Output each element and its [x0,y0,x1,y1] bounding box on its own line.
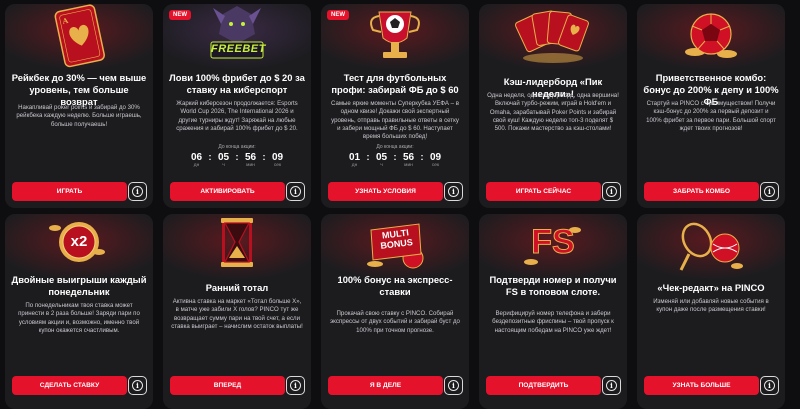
info-button[interactable]: i [444,182,463,201]
timer-unit: ч [222,163,225,168]
promo-description: Стартуй на PINCO с преимуществом! Получи… [646,100,776,132]
info-icon: i [290,186,301,197]
place-bet-button[interactable]: СДЕЛАТЬ СТАВКУ [12,376,127,395]
info-button[interactable]: i [760,376,779,395]
promo-title: Двойные выигрыши каждый понедельник [11,274,147,297]
timer-minutes: 56 [244,152,257,163]
learn-more-button[interactable]: УЗНАТЬ БОЛЬШЕ [644,376,759,395]
timer-label: До конца акции: [218,144,256,150]
promo-title: Лови 100% фрибет до $ 20 за ставку на ки… [169,72,305,95]
promo-description: Накапливай poker points и забирай до 30%… [16,104,142,128]
ace-of-hearts-card-icon: A [5,4,153,70]
promo-description: Изменяй или добавляй новые события в куп… [653,298,769,314]
info-icon: i [290,380,301,391]
info-button[interactable]: i [602,182,621,201]
info-icon: i [606,186,617,197]
activate-button[interactable]: АКТИВИРОВАТЬ [170,182,285,201]
info-button[interactable]: i [760,182,779,201]
info-icon: i [448,380,459,391]
go-button[interactable]: ВПЕРЕД [170,376,285,395]
promo-card-double-wins: x2 Двойные выигрыши каждый понедельник П… [5,214,153,409]
play-button[interactable]: ИГРАТЬ [12,182,127,201]
playing-cards-fan-icon [479,4,627,70]
promo-title: Ранний тотал [205,282,269,293]
countdown-timer: 01 дн : 05 ч : 56 мин : 09 сек [321,152,469,168]
promo-title: Рейкбек до 30% — чем выше уровень, тем б… [11,72,147,107]
promo-description: Прокачай свою ставку с PINCO. Собирай эк… [330,310,460,334]
info-icon: i [606,380,617,391]
timer-unit: сек [431,163,440,168]
im-in-button[interactable]: Я В ДЕЛЕ [328,376,443,395]
info-button[interactable]: i [128,182,147,201]
promotions-grid: A Рейкбек до 30% — чем выше уровень, тем… [0,0,800,409]
timer-days: 01 [348,152,361,163]
info-button[interactable]: i [602,376,621,395]
hourglass-icon [163,214,311,280]
timer-unit: ч [380,163,383,168]
fs-text: FS [531,223,575,262]
info-icon: i [132,380,143,391]
new-badge: NEW [327,10,349,20]
timer-unit: мин [404,163,413,168]
football-coins-icon [637,4,785,70]
info-icon: i [132,186,143,197]
freebet-logo-text: FREEBET [211,43,266,55]
promo-title: Тест для футбольных профи: забирай ФБ до… [331,72,459,95]
promo-description: Активна ставка на маркет «Тотал больше X… [171,298,303,330]
promo-card-rakeback: A Рейкбек до 30% — чем выше уровень, тем… [5,4,153,208]
timer-seconds: 09 [429,152,442,163]
info-icon: i [764,380,775,391]
promo-title: 100% бонус на экспресс-ставки [337,274,453,297]
learn-terms-button[interactable]: УЗНАТЬ УСЛОВИЯ [328,182,443,201]
info-button[interactable]: i [286,182,305,201]
promo-card-check-redact: «Чек-редакт» на PINCO Изменяй или добавл… [637,214,785,409]
play-now-button[interactable]: ИГРАТЬ СЕЙЧАС [486,182,601,201]
timer-label: До конца акции: [376,144,414,150]
timer-days: 06 [190,152,203,163]
info-icon: i [448,186,459,197]
get-combo-button[interactable]: ЗАБРАТЬ КОМБО [644,182,759,201]
promo-card-welcome-combo: Приветственное комбо: бонус до 200% к де… [637,4,785,208]
timer-unit: дн [351,163,358,168]
info-button[interactable]: i [286,376,305,395]
info-button[interactable]: i [444,376,463,395]
promo-card-football-quiz: NEW Тест для футбольных профи: забирай Ф… [321,4,469,208]
promo-title: «Чек-редакт» на PINCO [657,282,765,293]
sports-balls-icon [637,214,785,280]
promo-description: Самые яркие моменты Суперкубка УЕФА – в … [331,100,459,141]
timer-hours: 05 [217,152,230,163]
promo-description: Одна неделя, один лидерборд, одна вершин… [487,92,619,133]
info-icon: i [764,186,775,197]
timer-seconds: 09 [271,152,284,163]
new-badge: NEW [169,10,191,20]
info-button[interactable]: i [128,376,147,395]
promo-card-cash-leaderboard: Кэш-лидерборд «Пик недели»! Одна неделя,… [479,4,627,208]
countdown-timer: 06 дн : 05 ч : 56 мин : 09 сек [163,152,311,168]
x2-text: x2 [70,233,88,250]
promo-card-verify-phone-fs: FS Подтверди номер и получи FS в топовом… [479,214,627,409]
promo-title: Подтверди номер и получи FS в топовом сл… [489,274,617,297]
promo-card-express-bonus: MULTI BONUS 100% бонус на экспресс-ставк… [321,214,469,409]
timer-unit: дн [193,163,200,168]
promo-card-early-total: Ранний тотал Активна ставка на маркет «Т… [163,214,311,409]
timer-hours: 05 [375,152,388,163]
confirm-button[interactable]: ПОДТВЕРДИТЬ [486,376,601,395]
promo-description: Жаркий киберсезон продолжается: Esports … [176,100,298,132]
timer-unit: мин [246,163,255,168]
promo-description: Верифицируй номер телефона и забери безд… [492,310,614,334]
timer-minutes: 56 [402,152,415,163]
promo-card-esports-freebet: NEW FREEBET Лови 100% фрибет до $ 20 за … [163,4,311,208]
timer-unit: сек [273,163,282,168]
promo-description: По понедельникам твоя ставка может прине… [18,302,140,334]
